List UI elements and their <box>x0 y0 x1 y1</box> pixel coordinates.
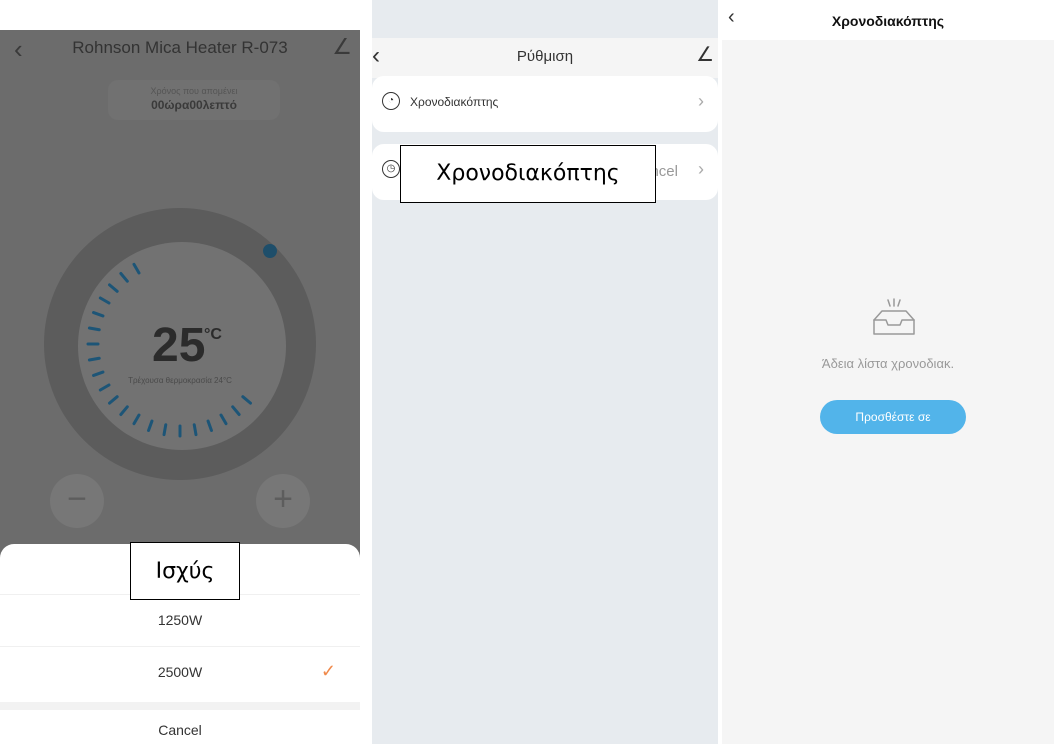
chevron-right-icon: › <box>698 159 704 179</box>
item-label-annotation-box: Χρονοδιακόπτης <box>400 145 656 203</box>
dial-tick <box>119 272 129 283</box>
dial-tick <box>108 395 119 405</box>
dial-tick <box>206 419 213 432</box>
dial-tick <box>119 405 129 416</box>
increase-button[interactable]: + <box>256 474 310 528</box>
cancel-button[interactable]: Cancel <box>0 708 360 744</box>
dial-tick <box>98 296 111 305</box>
dial-tick <box>132 262 141 275</box>
empty-state-text: Άδεια λίστα χρονοδιακ. <box>821 356 955 371</box>
page-title: Χρονοδιακόπτης <box>831 13 945 29</box>
settings-item-label: Χρονοδιακόπτης <box>410 95 499 109</box>
checkmark-icon: ✓ <box>320 661 336 681</box>
heater-control-panel: ‹ Rohnson Mica Heater R-073 ∠ Χρόνος που… <box>0 0 360 744</box>
settings-item-timer[interactable]: ◔ Χρονοδιακόπτης › <box>372 76 718 132</box>
option-label: 2500W <box>157 664 203 680</box>
page-title: Ρύθμιση <box>516 48 574 65</box>
dial-handle-dot[interactable] <box>263 244 277 258</box>
dial-tick <box>219 413 228 426</box>
clock-icon: ◔ <box>382 92 400 110</box>
dial-tick <box>192 423 198 437</box>
countdown-icon: ◷ <box>382 160 400 178</box>
dial-tick <box>162 423 168 437</box>
dial-tick <box>108 283 119 293</box>
temperature-unit: °C <box>204 326 222 343</box>
dial-tick <box>92 311 105 318</box>
option-1250w[interactable]: 1250W <box>0 594 360 647</box>
edit-icon[interactable]: ∠ <box>696 42 714 67</box>
dial-tick <box>147 419 154 432</box>
sheet-title: Ισχύς <box>155 559 215 584</box>
timer-list-panel: ‹ Χρονοδιακόπτης Άδεια λίστα χρονοδιακ. … <box>722 0 1054 744</box>
annotation-label: Χρονοδιακόπτης <box>436 161 620 186</box>
add-timer-button[interactable]: Προσθέστε σε <box>820 400 966 434</box>
empty-inbox-icon <box>873 298 915 335</box>
chevron-right-icon: › <box>698 91 704 111</box>
dial-tick <box>241 395 252 405</box>
set-temperature: 25 <box>152 319 206 372</box>
option-label: 1250W <box>157 612 203 628</box>
dial-tick <box>87 356 101 362</box>
header: ‹ Ρύθμιση ∠ <box>372 38 718 78</box>
dial-tick <box>231 405 241 416</box>
dial-tick <box>87 326 101 332</box>
cancel-label: Cancel <box>158 722 202 738</box>
dial-tick <box>132 413 141 426</box>
current-temperature: Τρέχουσα θερμοκρασία 24°C <box>128 376 232 385</box>
header: ‹ Χρονοδιακόπτης <box>722 0 1054 40</box>
decrease-button[interactable]: − <box>50 474 104 528</box>
option-2500w[interactable]: 2500W ✓ <box>0 646 360 699</box>
dial-tick <box>92 370 105 377</box>
dial-tick <box>98 383 111 392</box>
sheet-title-annotation-box: Ισχύς <box>130 542 240 600</box>
settings-panel: ‹ Ρύθμιση ∠ ◔ Χρονοδιακόπτης › ◷ ncel › … <box>372 0 718 744</box>
